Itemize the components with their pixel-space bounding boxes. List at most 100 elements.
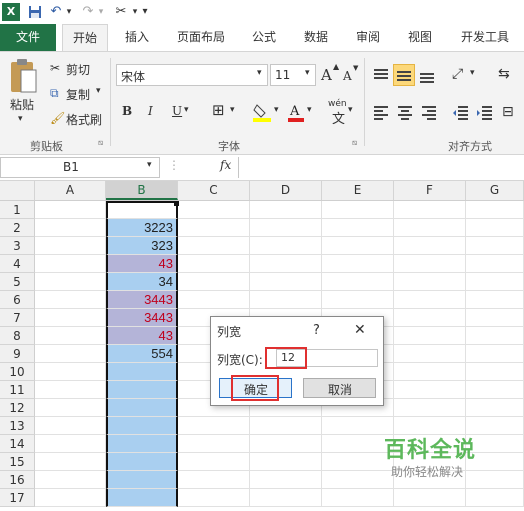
undo-icon[interactable]: ↶	[48, 3, 64, 21]
grid-cell[interactable]	[250, 489, 322, 507]
grid-cell[interactable]	[178, 237, 250, 255]
grow-font-button[interactable]: A	[321, 66, 332, 84]
tab-formulas[interactable]: 公式	[244, 24, 284, 51]
tab-home[interactable]: 开始	[62, 24, 108, 51]
grid-cell[interactable]	[466, 255, 524, 273]
format-painter-icon[interactable]: 🖌	[50, 111, 65, 125]
grid-cell[interactable]	[466, 363, 524, 381]
grid-cell[interactable]	[394, 381, 466, 399]
grid-cell[interactable]	[250, 201, 322, 219]
tab-page-layout[interactable]: 页面布局	[170, 24, 232, 51]
align-center-icon[interactable]	[396, 104, 414, 122]
grid-cell[interactable]	[466, 237, 524, 255]
grid-cell[interactable]	[322, 219, 394, 237]
grid-cell[interactable]	[178, 435, 250, 453]
grid-cell[interactable]	[35, 489, 106, 507]
row-header[interactable]: 1	[0, 201, 35, 219]
grid-cell[interactable]	[394, 273, 466, 291]
column-header-e[interactable]: E	[322, 181, 394, 200]
grid-cell[interactable]	[466, 291, 524, 309]
fill-color-icon[interactable]	[252, 102, 272, 122]
align-bottom-icon[interactable]	[418, 66, 436, 84]
font-color-icon[interactable]: A	[287, 102, 305, 122]
grid-cell[interactable]	[35, 255, 106, 273]
fill-color-dropdown-icon[interactable]: ▾	[274, 105, 279, 115]
grid-cell[interactable]	[394, 363, 466, 381]
tools-dropdown-icon[interactable]: ▾	[130, 3, 140, 21]
grid-cell[interactable]	[466, 201, 524, 219]
row-header[interactable]: 9	[0, 345, 35, 363]
row-header[interactable]: 7	[0, 309, 35, 327]
grid-cell[interactable]	[178, 489, 250, 507]
align-right-icon[interactable]	[420, 104, 438, 122]
grid-cell[interactable]	[466, 273, 524, 291]
select-all-corner[interactable]	[0, 181, 35, 200]
row-header[interactable]: 2	[0, 219, 35, 237]
column-b-cell[interactable]: 554	[106, 345, 178, 363]
customize-toolbar-icon[interactable]: ▾	[140, 3, 150, 21]
grid-cell[interactable]	[35, 471, 106, 489]
align-top-icon[interactable]	[372, 66, 390, 84]
grid-cell[interactable]	[178, 453, 250, 471]
grid-cell[interactable]	[394, 201, 466, 219]
name-box[interactable]: B1 ▾	[0, 157, 160, 178]
grid-cell[interactable]	[250, 291, 322, 309]
grid-cell[interactable]	[178, 291, 250, 309]
grid-cell[interactable]	[394, 237, 466, 255]
row-header[interactable]: 10	[0, 363, 35, 381]
grid-cell[interactable]	[178, 201, 250, 219]
grid-cell[interactable]	[394, 399, 466, 417]
column-b-cell[interactable]: 323	[106, 237, 178, 255]
column-header-b[interactable]: B	[106, 181, 178, 200]
column-b-cell[interactable]: 3223	[106, 219, 178, 237]
grid-cell[interactable]	[322, 489, 394, 507]
grid-cell[interactable]	[466, 489, 524, 507]
grid-cell[interactable]	[35, 417, 106, 435]
copy-button[interactable]: 复制	[66, 86, 90, 103]
grid-cell[interactable]	[250, 453, 322, 471]
grid-cell[interactable]	[35, 219, 106, 237]
borders-icon[interactable]: ⊞	[212, 101, 225, 119]
format-painter-button[interactable]: 格式刷	[66, 111, 102, 128]
align-middle-icon[interactable]	[393, 64, 415, 86]
grid-cell[interactable]	[35, 327, 106, 345]
grid-cell[interactable]	[35, 381, 106, 399]
grid-cell[interactable]	[322, 237, 394, 255]
merge-center-icon[interactable]: ⊟	[502, 104, 514, 120]
tab-view[interactable]: 视图	[400, 24, 440, 51]
tab-file[interactable]: 文件	[0, 24, 56, 51]
grid-cell[interactable]	[394, 327, 466, 345]
undo-dropdown-icon[interactable]: ▾	[64, 3, 74, 21]
grid-cell[interactable]	[35, 399, 106, 417]
grid-cell[interactable]	[394, 291, 466, 309]
cancel-button[interactable]: 取消	[303, 378, 376, 398]
font-name-select[interactable]: 宋体 ▾	[116, 64, 268, 86]
borders-dropdown-icon[interactable]: ▾	[230, 105, 235, 115]
grid-cell[interactable]	[250, 255, 322, 273]
formula-input[interactable]	[238, 157, 524, 178]
column-header-g[interactable]: G	[466, 181, 524, 200]
grid-cell[interactable]	[466, 309, 524, 327]
grid-cell[interactable]	[35, 435, 106, 453]
grid-cell[interactable]	[35, 273, 106, 291]
row-header[interactable]: 14	[0, 435, 35, 453]
redo-icon[interactable]: ↷	[80, 3, 96, 21]
insert-function-button[interactable]: fx	[220, 158, 231, 172]
tools-icon[interactable]: ✂	[112, 3, 130, 21]
column-b-cell[interactable]	[106, 489, 178, 507]
clipboard-launcher-icon[interactable]: ⧅	[98, 138, 103, 148]
tab-data[interactable]: 数据	[296, 24, 336, 51]
grid-cell[interactable]	[466, 219, 524, 237]
row-header[interactable]: 15	[0, 453, 35, 471]
column-b-cell[interactable]	[106, 201, 178, 219]
grid-cell[interactable]	[322, 291, 394, 309]
column-b-cell[interactable]	[106, 363, 178, 381]
orientation-dropdown-icon[interactable]: ▾	[470, 68, 475, 78]
grid-cell[interactable]	[178, 417, 250, 435]
font-color-dropdown-icon[interactable]: ▾	[307, 105, 312, 115]
column-b-cell[interactable]: 3443	[106, 291, 178, 309]
grid-cell[interactable]	[322, 201, 394, 219]
paste-button[interactable]: 粘贴	[10, 96, 34, 113]
column-b-cell[interactable]	[106, 417, 178, 435]
font-size-select[interactable]: 11 ▾	[270, 64, 316, 86]
